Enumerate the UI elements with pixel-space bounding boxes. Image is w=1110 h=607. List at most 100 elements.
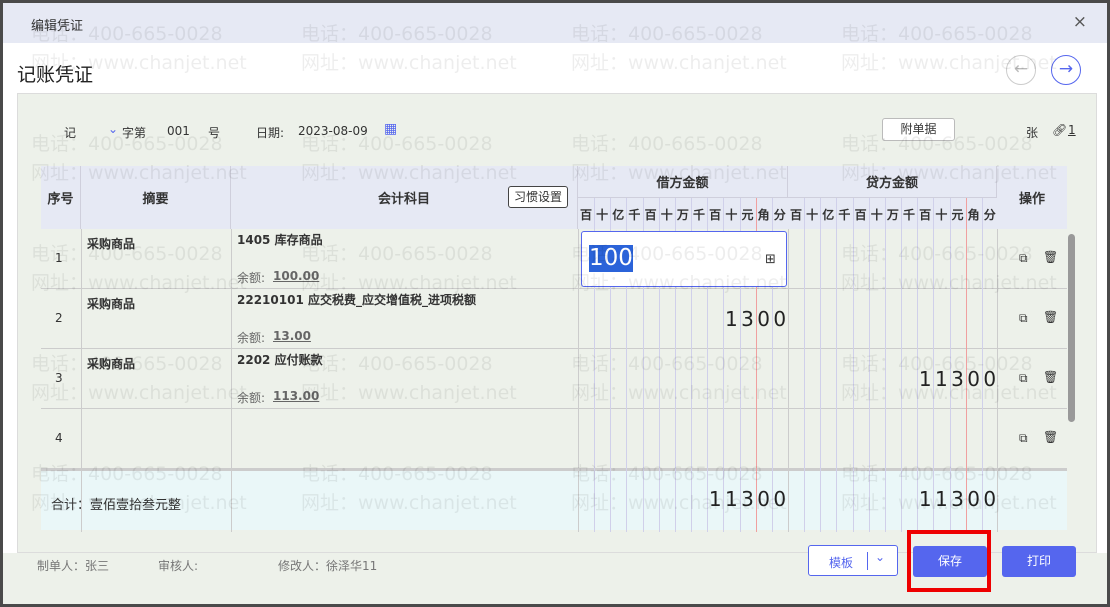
paperclip-icon: 🔗︎ <box>1052 123 1068 137</box>
chevron-down-icon[interactable]: ⌄ <box>108 122 118 136</box>
amount-digit: 0 <box>967 367 980 391</box>
amount-digit: 0 <box>967 487 980 511</box>
unit-label: 十 <box>935 208 948 222</box>
edit-voucher-dialog: 编辑凭证 × 记账凭证 ← → 记 ⌄ 字第 001 号 日期: 2023-08… <box>3 3 1107 604</box>
print-button[interactable]: 打印 <box>1002 546 1076 577</box>
voucher-number-input[interactable]: 001 <box>167 124 190 138</box>
unit-label: 百 <box>789 208 802 222</box>
table-row: 1 采购商品 1405 库存商品 余额: 100.00 100 ⊞ ⧉ 🗑︎ <box>41 229 1067 289</box>
number-suffix: 号 <box>208 126 221 140</box>
account-cell[interactable]: 2202 应付账款 <box>237 351 323 368</box>
copy-row-icon[interactable]: ⧉ <box>1019 371 1028 386</box>
unit-label: 万 <box>886 208 899 222</box>
copy-row-icon[interactable]: ⧉ <box>1019 251 1028 266</box>
header-summary: 摘要 <box>81 166 231 229</box>
amount-digit: 0 <box>983 487 997 511</box>
chevron-down-icon[interactable]: ⌄ <box>875 550 885 564</box>
type-suffix: 字第 <box>122 126 147 140</box>
unit-label: 千 <box>693 208 706 222</box>
attach-count-link[interactable]: 1 <box>1068 123 1076 137</box>
divider <box>867 552 868 570</box>
calculator-icon[interactable]: ⊞ <box>765 252 776 267</box>
modifier-label: 修改人：徐泽华11 <box>278 559 378 573</box>
unit-label: 百 <box>579 208 592 222</box>
amount-digit: 3 <box>741 487 754 511</box>
trash-icon[interactable]: 🗑︎ <box>1043 250 1058 264</box>
summary-cell[interactable]: 采购商品 <box>87 295 135 312</box>
calendar-icon[interactable]: ▦ <box>384 121 397 137</box>
amount-digit: 1 <box>934 367 948 391</box>
unit-label: 百 <box>854 208 867 222</box>
account-cell[interactable]: 1405 库存商品 <box>237 231 323 248</box>
unit-label: 十 <box>725 208 738 222</box>
table-row: 2 采购商品 22210101 应交税费_应交增值税_进项税额 余额: 13.00 ⧉… <box>41 289 1067 349</box>
habit-settings-button[interactable]: 习惯设置 <box>508 186 568 208</box>
unit-label: 百 <box>919 208 932 222</box>
unit-label: 亿 <box>822 208 835 222</box>
amount-digit: 1 <box>918 367 932 391</box>
amount-digit: 1 <box>708 487 722 511</box>
amount-digit: 0 <box>757 307 770 331</box>
unit-label: 亿 <box>612 208 625 222</box>
trash-icon[interactable]: 🗑︎ <box>1043 430 1058 444</box>
balance-label: 余额: <box>237 271 266 285</box>
unit-label: 千 <box>628 208 641 222</box>
amount-digit: 0 <box>983 367 997 391</box>
amount-digit: 3 <box>741 307 754 331</box>
close-icon[interactable]: × <box>1073 12 1087 32</box>
attach-unit: 张 <box>1026 126 1039 140</box>
header-seq: 序号 <box>41 166 81 229</box>
debit-amount-input[interactable]: 100 ⊞ <box>581 231 787 287</box>
attach-documents-button[interactable]: 附单据 <box>882 118 955 141</box>
copy-row-icon[interactable]: ⧉ <box>1019 431 1028 446</box>
template-dropdown[interactable]: 模板 ⌄ <box>808 545 898 576</box>
unit-label: 万 <box>676 208 689 222</box>
amount-digit: 1 <box>918 487 932 511</box>
table-row: 3 采购商品 2202 应付账款 余额: 113.00 ⧉ 🗑︎ 1 1 3 0 0 <box>41 349 1067 409</box>
scrollbar[interactable] <box>1068 234 1075 422</box>
amount-digit: 1 <box>724 307 738 331</box>
summary-cell[interactable]: 采购商品 <box>87 235 135 252</box>
amount-digit: 0 <box>773 487 787 511</box>
row-seq: 3 <box>55 371 63 385</box>
watermark: 网址：www.chanjet.net <box>571 52 787 74</box>
voucher-table: 序号 摘要 会计科目 习惯设置 借方金额 贷方金额 百十亿千百十万千百十元角分百… <box>41 166 1067 532</box>
unit-label: 千 <box>838 208 851 222</box>
summary-cell[interactable]: 采购商品 <box>87 355 135 372</box>
unit-label: 十 <box>870 208 883 222</box>
row-seq: 4 <box>55 431 63 445</box>
next-voucher-button[interactable]: → <box>1051 55 1081 85</box>
amount-digit: 1 <box>724 487 738 511</box>
unit-label: 角 <box>967 208 980 222</box>
amount-digit: 3 <box>951 487 964 511</box>
total-amounts: 1130011300 <box>41 469 1067 530</box>
table-row: 4 ⧉ 🗑︎ <box>41 409 1067 469</box>
unit-label: 元 <box>741 208 754 222</box>
highlight-box <box>907 530 991 592</box>
row-seq: 1 <box>55 251 63 265</box>
header-account-label: 会计科目 <box>377 192 430 207</box>
unit-label: 分 <box>983 208 996 222</box>
watermark: 网址：www.chanjet.net <box>301 52 517 74</box>
template-label[interactable]: 模板 <box>829 554 853 571</box>
amount-digit: 3 <box>951 367 964 391</box>
debit-input-value[interactable]: 100 <box>589 245 633 272</box>
unit-label: 十 <box>806 208 819 222</box>
unit-label: 千 <box>903 208 916 222</box>
unit-label: 十 <box>660 208 673 222</box>
unit-label: 百 <box>709 208 722 222</box>
unit-label: 元 <box>951 208 964 222</box>
prev-voucher-button[interactable]: ← <box>1006 55 1036 85</box>
balance-label: 余额: <box>237 391 266 405</box>
balance-value: 100.00 <box>273 269 320 283</box>
unit-label: 角 <box>757 208 770 222</box>
date-label: 日期: <box>256 126 285 140</box>
page-title: 记账凭证 <box>17 64 94 86</box>
account-cell[interactable]: 22210101 应交税费_应交增值税_进项税额 <box>237 291 476 308</box>
header-credit: 贷方金额 <box>788 166 997 198</box>
copy-row-icon[interactable]: ⧉ <box>1019 311 1028 326</box>
unit-label: 十 <box>596 208 609 222</box>
trash-icon[interactable]: 🗑︎ <box>1043 310 1058 324</box>
date-input[interactable]: 2023-08-09 <box>298 124 368 138</box>
trash-icon[interactable]: 🗑︎ <box>1043 370 1058 384</box>
